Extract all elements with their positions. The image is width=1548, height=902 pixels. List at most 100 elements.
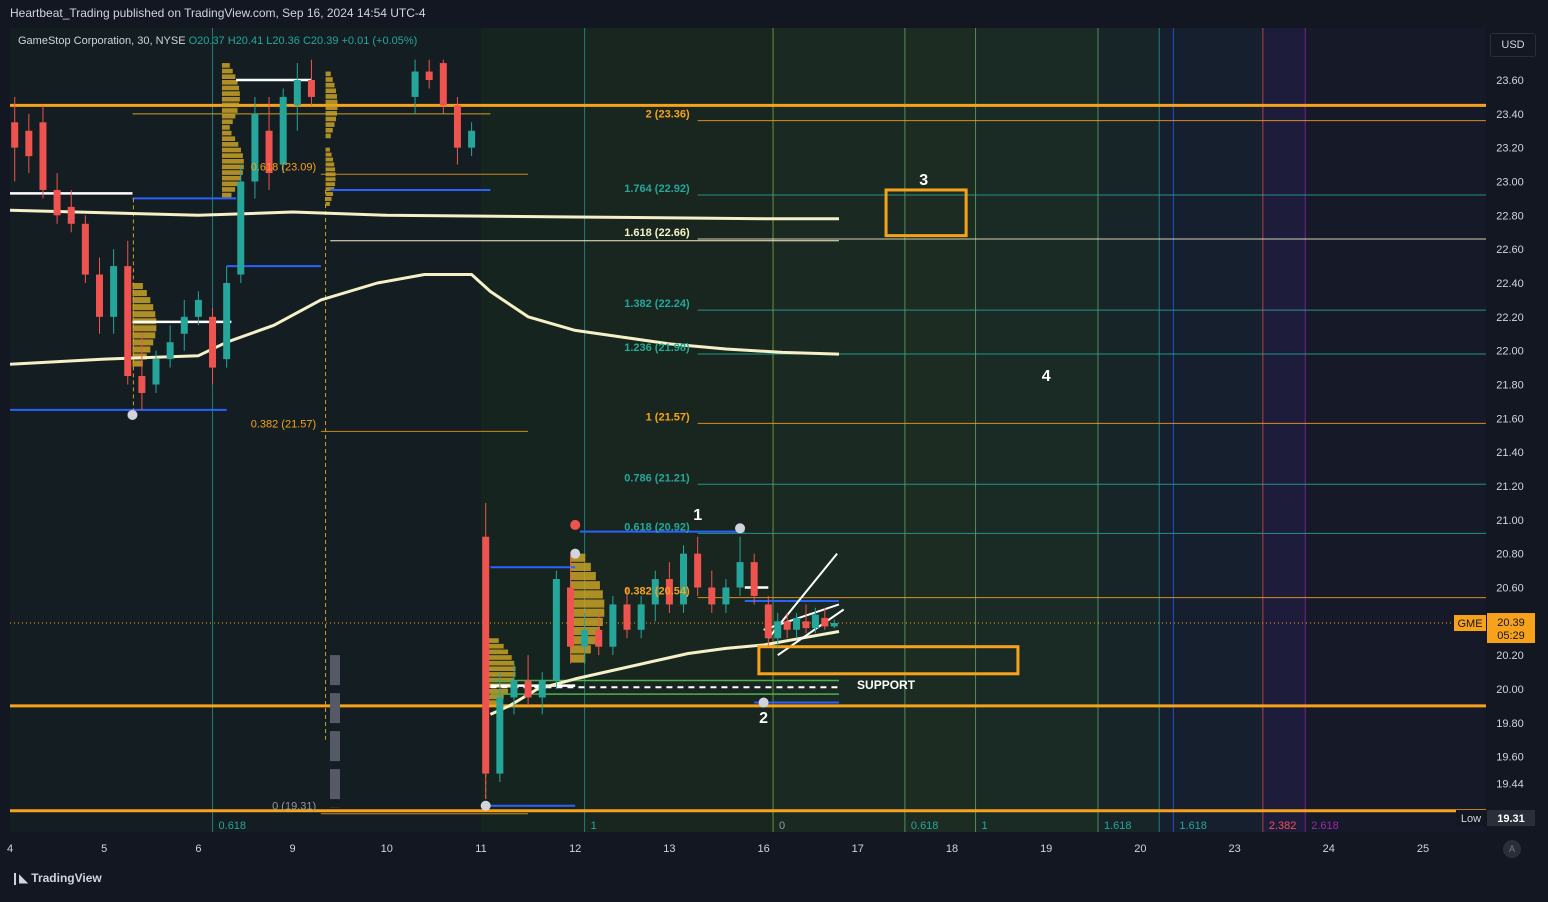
candle-body[interactable]: [595, 629, 603, 647]
candle-body[interactable]: [609, 604, 617, 647]
candle-body[interactable]: [482, 536, 490, 774]
time-fib-band: [773, 28, 905, 832]
candle-body[interactable]: [293, 80, 301, 106]
candle-body[interactable]: [237, 181, 245, 275]
wave-count-label[interactable]: 3: [919, 172, 928, 189]
candle-body[interactable]: [802, 621, 810, 629]
time-tick-label: 11: [475, 843, 486, 855]
chart-area[interactable]: 2 (23.36) 1.764 (22.92) 1.618 (22.66) 1.382…: [0, 0, 1548, 897]
pivot-marker[interactable]: [480, 800, 491, 811]
candle-body[interactable]: [209, 316, 217, 368]
time-fib-label: 1: [982, 820, 988, 832]
candle-body[interactable]: [194, 299, 202, 317]
wave-count-label[interactable]: 1: [693, 507, 702, 524]
time-fib-label: 0: [779, 820, 785, 832]
volume-profile-bar: [221, 170, 243, 175]
fib-level-label: 2 (23.36): [646, 109, 690, 121]
wave-count-label[interactable]: 2: [759, 710, 768, 727]
candle-body[interactable]: [566, 587, 574, 647]
volume-profile-bar: [325, 82, 335, 88]
price-tick-label: 19.44: [1496, 779, 1524, 791]
candle-body[interactable]: [510, 680, 518, 698]
candle-body[interactable]: [722, 587, 730, 605]
volume-profile-bar: [132, 332, 156, 339]
volume-profile-bar: [325, 77, 333, 82]
candle-body[interactable]: [637, 604, 645, 630]
candle-body[interactable]: [152, 359, 160, 385]
pivot-marker[interactable]: [570, 548, 581, 559]
volume-profile-bar: [325, 157, 334, 162]
time-tick-label: 5: [101, 843, 107, 855]
price-tick-label: 22.60: [1496, 244, 1524, 256]
volume-profile-bar: [221, 158, 244, 164]
pivot-marker[interactable]: [570, 519, 581, 530]
candle-body[interactable]: [411, 71, 419, 97]
candle-body[interactable]: [793, 617, 801, 630]
volume-profile-bar: [325, 116, 336, 122]
candle-body[interactable]: [538, 680, 546, 698]
currency-button[interactable]: USD: [1490, 33, 1536, 57]
candle-body[interactable]: [750, 562, 758, 596]
candle-body[interactable]: [25, 130, 33, 157]
candle-body[interactable]: [110, 266, 118, 317]
candle-body[interactable]: [439, 63, 447, 106]
volume-profile-bar: [325, 147, 330, 152]
candle-body[interactable]: [496, 697, 504, 774]
candle-body[interactable]: [468, 130, 476, 148]
candle-body[interactable]: [138, 376, 146, 393]
tradingview-logo[interactable]: ❙◣ TradingView: [10, 871, 102, 885]
time-fib-label: 1.618: [1179, 820, 1207, 832]
candle-body[interactable]: [830, 623, 838, 627]
candle-body[interactable]: [453, 105, 461, 148]
candle-body[interactable]: [708, 587, 716, 605]
support-annotation[interactable]: SUPPORT: [857, 678, 916, 692]
price-chart[interactable]: 2 (23.36) 1.764 (22.92) 1.618 (22.66) 1.382…: [0, 0, 1548, 897]
candle-body[interactable]: [95, 274, 103, 317]
symbol-name[interactable]: GameStop Corporation, 30, NYSE: [18, 35, 186, 47]
candle-body[interactable]: [39, 122, 47, 190]
price-tick-label: 20.80: [1496, 549, 1524, 561]
candle-body[interactable]: [764, 604, 772, 639]
auto-scale-button[interactable]: A: [1503, 840, 1521, 858]
pivot-marker[interactable]: [127, 409, 138, 420]
volume-profile-bar: [221, 142, 239, 147]
wave-count-label[interactable]: 4: [1042, 368, 1051, 385]
volume-profile-bar: [570, 654, 586, 663]
time-tick-label: 16: [757, 843, 769, 855]
time-fib-label: 0.618: [219, 820, 247, 832]
volume-profile-bar: [570, 581, 600, 590]
candle-body[interactable]: [774, 621, 782, 639]
pivot-marker[interactable]: [735, 523, 746, 534]
candle-body[interactable]: [11, 122, 19, 148]
candle-body[interactable]: [736, 562, 744, 588]
candle-body[interactable]: [694, 553, 702, 588]
publisher-line: Heartbeat_Trading published on TradingVi…: [10, 6, 426, 20]
volume-profile-bar: [325, 71, 331, 77]
candle-body[interactable]: [223, 283, 231, 360]
price-tick-label: 21.80: [1496, 380, 1524, 392]
volume-profile-bar: [325, 99, 338, 105]
candle-body[interactable]: [81, 223, 89, 275]
volume-profile-bar: [221, 102, 240, 108]
volume-profile-bar: [570, 599, 605, 608]
candle-body[interactable]: [425, 71, 433, 80]
candle-body[interactable]: [166, 342, 174, 360]
candle-body[interactable]: [783, 621, 791, 630]
candle-body[interactable]: [53, 189, 61, 216]
candle-body[interactable]: [67, 206, 75, 224]
price-axis[interactable]: [1486, 0, 1548, 860]
candle-body[interactable]: [581, 629, 589, 647]
pivot-marker[interactable]: [758, 697, 769, 708]
symbol-legend[interactable]: GameStop Corporation, 30, NYSE O20.37 H2…: [18, 35, 417, 47]
candle-body[interactable]: [821, 617, 829, 627]
candle-body[interactable]: [623, 604, 631, 630]
candle-body[interactable]: [279, 96, 287, 165]
candle-body[interactable]: [811, 614, 819, 629]
time-fib-label: 1: [591, 820, 597, 832]
volume-profile-bar: [325, 177, 336, 182]
candle-body[interactable]: [552, 579, 560, 681]
candle-body[interactable]: [180, 316, 188, 334]
candle-body[interactable]: [524, 680, 532, 698]
candle-body[interactable]: [124, 266, 132, 377]
candle-body[interactable]: [307, 80, 315, 97]
